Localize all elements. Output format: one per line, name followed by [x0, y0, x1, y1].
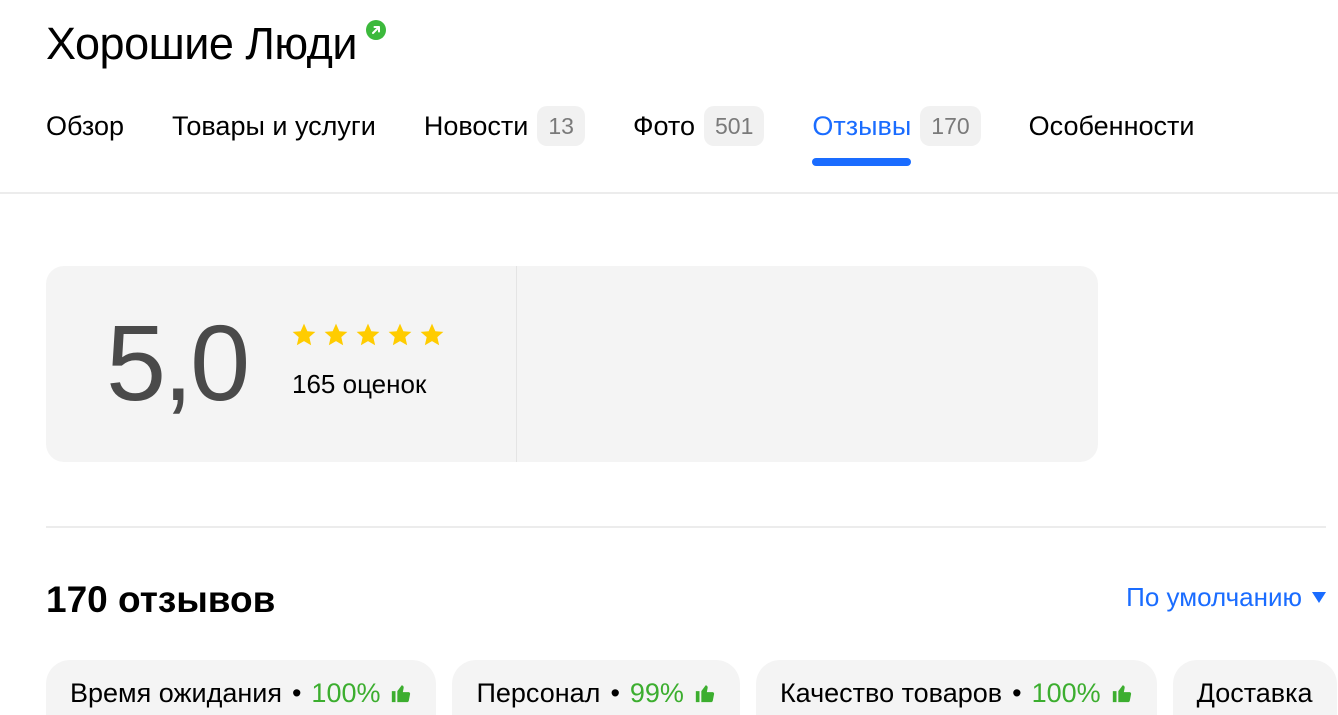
thumbs-up-icon [695, 685, 715, 703]
tab-label: Обзор [46, 111, 124, 141]
tab-photos[interactable]: Фото 501 [632, 104, 765, 148]
aspect-chip-waiting-time[interactable]: Время ожидания • 100% [46, 660, 437, 715]
star-icon [292, 323, 316, 346]
section-divider [46, 526, 1326, 528]
star-icon [388, 323, 412, 346]
aspect-separator: • [1012, 678, 1022, 708]
aspect-percent: 100% [1031, 678, 1101, 708]
tab-label: Фото [632, 111, 695, 141]
active-tab-indicator [812, 158, 912, 166]
tab-news[interactable]: Новости 13 [424, 104, 585, 148]
star-icon [356, 323, 380, 346]
tabs-divider [0, 192, 1338, 194]
thumbs-up-icon [1112, 685, 1131, 703]
tab-label: Особенности [1028, 111, 1195, 141]
aspect-name: Качество товаров [779, 678, 1003, 708]
card-divider [516, 266, 517, 462]
tabs-nav: Обзор Товары и услуги Новости 13 Фото 50… [46, 104, 1242, 166]
rating-summary-card: 5,0 165 оценок [46, 266, 1098, 462]
aspect-separator: • [610, 678, 620, 708]
aspect-name: Время ожидания [70, 678, 282, 708]
aspect-name: Персонал [476, 678, 601, 708]
reviews-count-title: 170 отзывов [46, 579, 276, 620]
aspect-chip-product-quality[interactable]: Качество товаров • 100% [755, 660, 1157, 715]
thumbs-up-icon [392, 685, 411, 703]
tab-count-badge: 170 [920, 106, 981, 146]
aspect-separator: • [291, 678, 302, 708]
star-icon [420, 323, 444, 346]
sort-label: По умолчанию [1126, 582, 1302, 612]
business-title: Хорошие Люди [46, 18, 358, 69]
rating-stars [291, 322, 451, 348]
aspect-chip-staff[interactable]: Персонал • 99% [452, 660, 740, 715]
rating-score: 5,0 [106, 302, 250, 423]
aspect-percent: 100% [311, 678, 381, 708]
aspect-chip-delivery[interactable]: Доставка [1172, 660, 1337, 715]
tab-count-badge: 13 [537, 106, 585, 146]
rating-count: 165 оценок [292, 369, 427, 399]
tab-features[interactable]: Особенности [1029, 104, 1195, 148]
aspect-percent: 99% [629, 678, 684, 708]
tab-reviews[interactable]: Отзывы 170 [812, 104, 981, 166]
tab-overview[interactable]: Обзор [46, 104, 124, 148]
aspect-name: Доставка [1196, 678, 1313, 708]
aspect-chips: Время ожидания • 100% Персонал • 99% Кач… [46, 660, 1338, 715]
business-header: Хорошие Люди [46, 14, 387, 74]
tab-label: Товары и услуги [171, 111, 376, 141]
tab-products[interactable]: Товары и услуги [172, 104, 376, 148]
sort-dropdown[interactable]: По умолчанию [1126, 582, 1326, 613]
tab-label: Новости [423, 111, 529, 141]
star-icon [324, 323, 348, 346]
tab-count-badge: 501 [704, 106, 765, 146]
tab-label: Отзывы [812, 111, 912, 141]
verified-badge-icon[interactable] [366, 20, 387, 40]
caret-down-icon [1312, 592, 1326, 603]
